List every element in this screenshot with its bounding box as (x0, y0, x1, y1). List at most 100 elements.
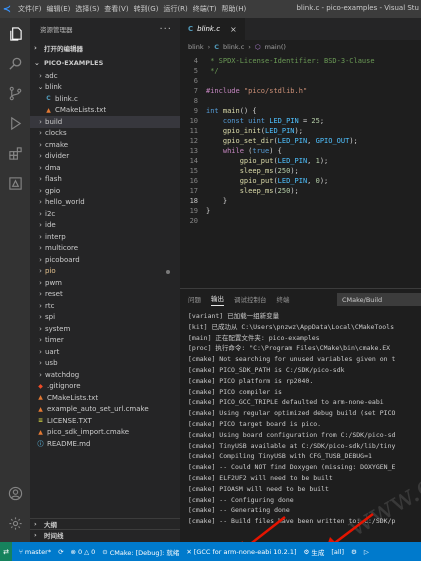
menu-item[interactable]: 帮助(H) (222, 4, 247, 14)
files-icon[interactable] (6, 24, 24, 42)
code-text: #include "pico/stdlib.h" (206, 87, 308, 95)
folder-item[interactable]: › usb (30, 358, 180, 370)
branch-status[interactable]: ⑂ master* (19, 548, 51, 556)
folder-item[interactable]: ⌄ blink (30, 82, 180, 94)
folder-item[interactable]: › system (30, 323, 180, 335)
output-line: [cmake] -- Build files have been written… (188, 517, 396, 526)
line-number: 4 (193, 57, 198, 65)
folder-item[interactable]: › watchdog (30, 369, 180, 381)
folder-item[interactable]: › cmake (30, 139, 180, 151)
build-button[interactable]: ⚙ 生成 (304, 547, 325, 557)
problems-status[interactable]: ⊗ 0 △ 0 (71, 548, 96, 556)
folder-item[interactable]: › multicore (30, 243, 180, 255)
run-debug-icon[interactable] (6, 114, 24, 132)
project-label: PICO-EXAMPLES (44, 58, 104, 67)
file-item[interactable]: ◆ .gitignore (30, 381, 180, 393)
settings-icon[interactable] (6, 514, 24, 532)
debug-icon[interactable]: ⚙ (351, 548, 357, 556)
tab-terminal[interactable]: 终端 (277, 294, 290, 304)
branch-icon: ⑂ (19, 547, 23, 556)
outline-section[interactable]: › 大纲 (30, 518, 180, 529)
chevron-right-icon: › (207, 43, 211, 51)
code-editor[interactable]: 4 * SPDX-License-Identifier: BSD-3-Claus… (180, 56, 421, 226)
tree-item-label: picoboard (45, 255, 80, 264)
folder-item[interactable]: › timer (30, 335, 180, 347)
line-number: 5 (193, 67, 198, 75)
close-icon[interactable]: × (230, 25, 237, 34)
folder-item[interactable]: › reset (30, 289, 180, 301)
line-number: 15 (189, 167, 198, 175)
tree-item-label: uart (45, 347, 60, 356)
source-control-icon[interactable] (6, 84, 24, 102)
chevron-right-icon: › (39, 278, 42, 287)
extensions-icon[interactable] (6, 144, 24, 162)
editor-area: C blink.c × blink › C blink.c › ⬡ main()… (180, 18, 421, 288)
menu-item[interactable]: 编辑(E) (47, 4, 71, 14)
chevron-right-icon: › (39, 244, 42, 253)
tab-output[interactable]: 输出 (211, 293, 224, 306)
timeline-section[interactable]: › 时间线 (30, 529, 180, 540)
file-item[interactable]: ▲ CMakeLists.txt (30, 392, 180, 404)
menu-item[interactable]: 文件(F) (18, 4, 42, 14)
folder-item[interactable]: › interp (30, 231, 180, 243)
code-text: */ (206, 67, 219, 75)
output-line: [main] 正在配置文件夹: pico-examples (188, 333, 320, 342)
folder-item[interactable]: › uart (30, 346, 180, 358)
file-item[interactable]: ▲ pico_sdk_import.cmake (30, 427, 180, 439)
folder-item[interactable]: › adc (30, 70, 180, 82)
target-selector[interactable]: [all] (331, 548, 344, 556)
tab-problems[interactable]: 问题 (188, 294, 201, 304)
tab-blink-c[interactable]: C blink.c × (180, 18, 245, 40)
folder-item[interactable]: › gpio (30, 185, 180, 197)
output-line: [cmake] Not searching for unused variabl… (188, 355, 396, 364)
menu-item[interactable]: 终端(T) (193, 4, 217, 14)
tab-debug-console[interactable]: 调试控制台 (234, 294, 267, 304)
remote-icon[interactable]: ⇄ (0, 542, 12, 561)
menu-item[interactable]: 转到(G) (134, 4, 159, 14)
breadcrumb-file[interactable]: blink.c (223, 43, 244, 51)
file-item[interactable]: Cblink.c (30, 93, 180, 105)
folder-item[interactable]: › hello_world (30, 197, 180, 209)
account-icon[interactable] (6, 484, 24, 502)
chevron-right-icon: › (39, 163, 42, 172)
chevron-right-icon: › (39, 336, 42, 345)
folder-item[interactable]: › flash (30, 174, 180, 186)
file-item[interactable]: ▲ CMakeLists.txt (30, 105, 180, 117)
project-section[interactable]: ⌄ PICO-EXAMPLES (30, 55, 180, 70)
explorer-title: 资源管理器 (40, 26, 73, 34)
open-editors-section[interactable]: › 打开的编辑器 (30, 40, 180, 55)
folder-item[interactable]: › i2c (30, 208, 180, 220)
sync-icon[interactable]: ⟳ (58, 548, 63, 556)
folder-item[interactable]: › clocks (30, 128, 180, 140)
folder-item[interactable]: › divider (30, 151, 180, 163)
breadcrumb-folder[interactable]: blink (188, 43, 204, 51)
search-icon[interactable] (6, 54, 24, 72)
folder-item[interactable]: › spi (30, 312, 180, 324)
folder-item[interactable]: › build (30, 116, 180, 128)
folder-item[interactable]: › rtc (30, 300, 180, 312)
more-actions-icon[interactable]: ··· (159, 24, 172, 35)
tree-item-label: clocks (45, 129, 67, 138)
run-icon[interactable]: ▷ (364, 548, 369, 556)
cmake-icon[interactable] (6, 174, 24, 192)
breadcrumb-symbol[interactable]: main() (265, 43, 286, 51)
file-item[interactable]: ≡ LICENSE.TXT (30, 415, 180, 427)
kit-selector[interactable]: ✕ [GCC for arm-none-eabi 10.2.1] (186, 548, 296, 556)
folder-item[interactable]: › ide (30, 220, 180, 232)
folder-item[interactable]: › pio (30, 266, 180, 278)
line-number: 7 (193, 87, 198, 95)
bottom-panel: 问题 输出 调试控制台 终端 CMake/Build [variant] 已加载… (180, 288, 421, 542)
menu-item[interactable]: 查看(V) (104, 4, 128, 14)
branch-name: master* (24, 547, 52, 556)
menu-item[interactable]: 运行(R) (163, 4, 187, 14)
menu-item[interactable]: 选择(S) (75, 4, 99, 14)
folder-item[interactable]: › pwm (30, 277, 180, 289)
cmake-file-icon: ▲ (46, 106, 51, 114)
folder-item[interactable]: › dma (30, 162, 180, 174)
file-item[interactable]: ▲ example_auto_set_url.cmake (30, 404, 180, 416)
file-item[interactable]: ⓘ README.md (30, 438, 180, 450)
output-channel-select[interactable]: CMake/Build (337, 293, 421, 306)
folder-item[interactable]: › picoboard (30, 254, 180, 266)
cmake-status[interactable]: ⊙ CMake: [Debug]: 就绪 (102, 547, 179, 557)
code-line: 14 gpio_put(LED_PIN, 1); (180, 156, 421, 166)
